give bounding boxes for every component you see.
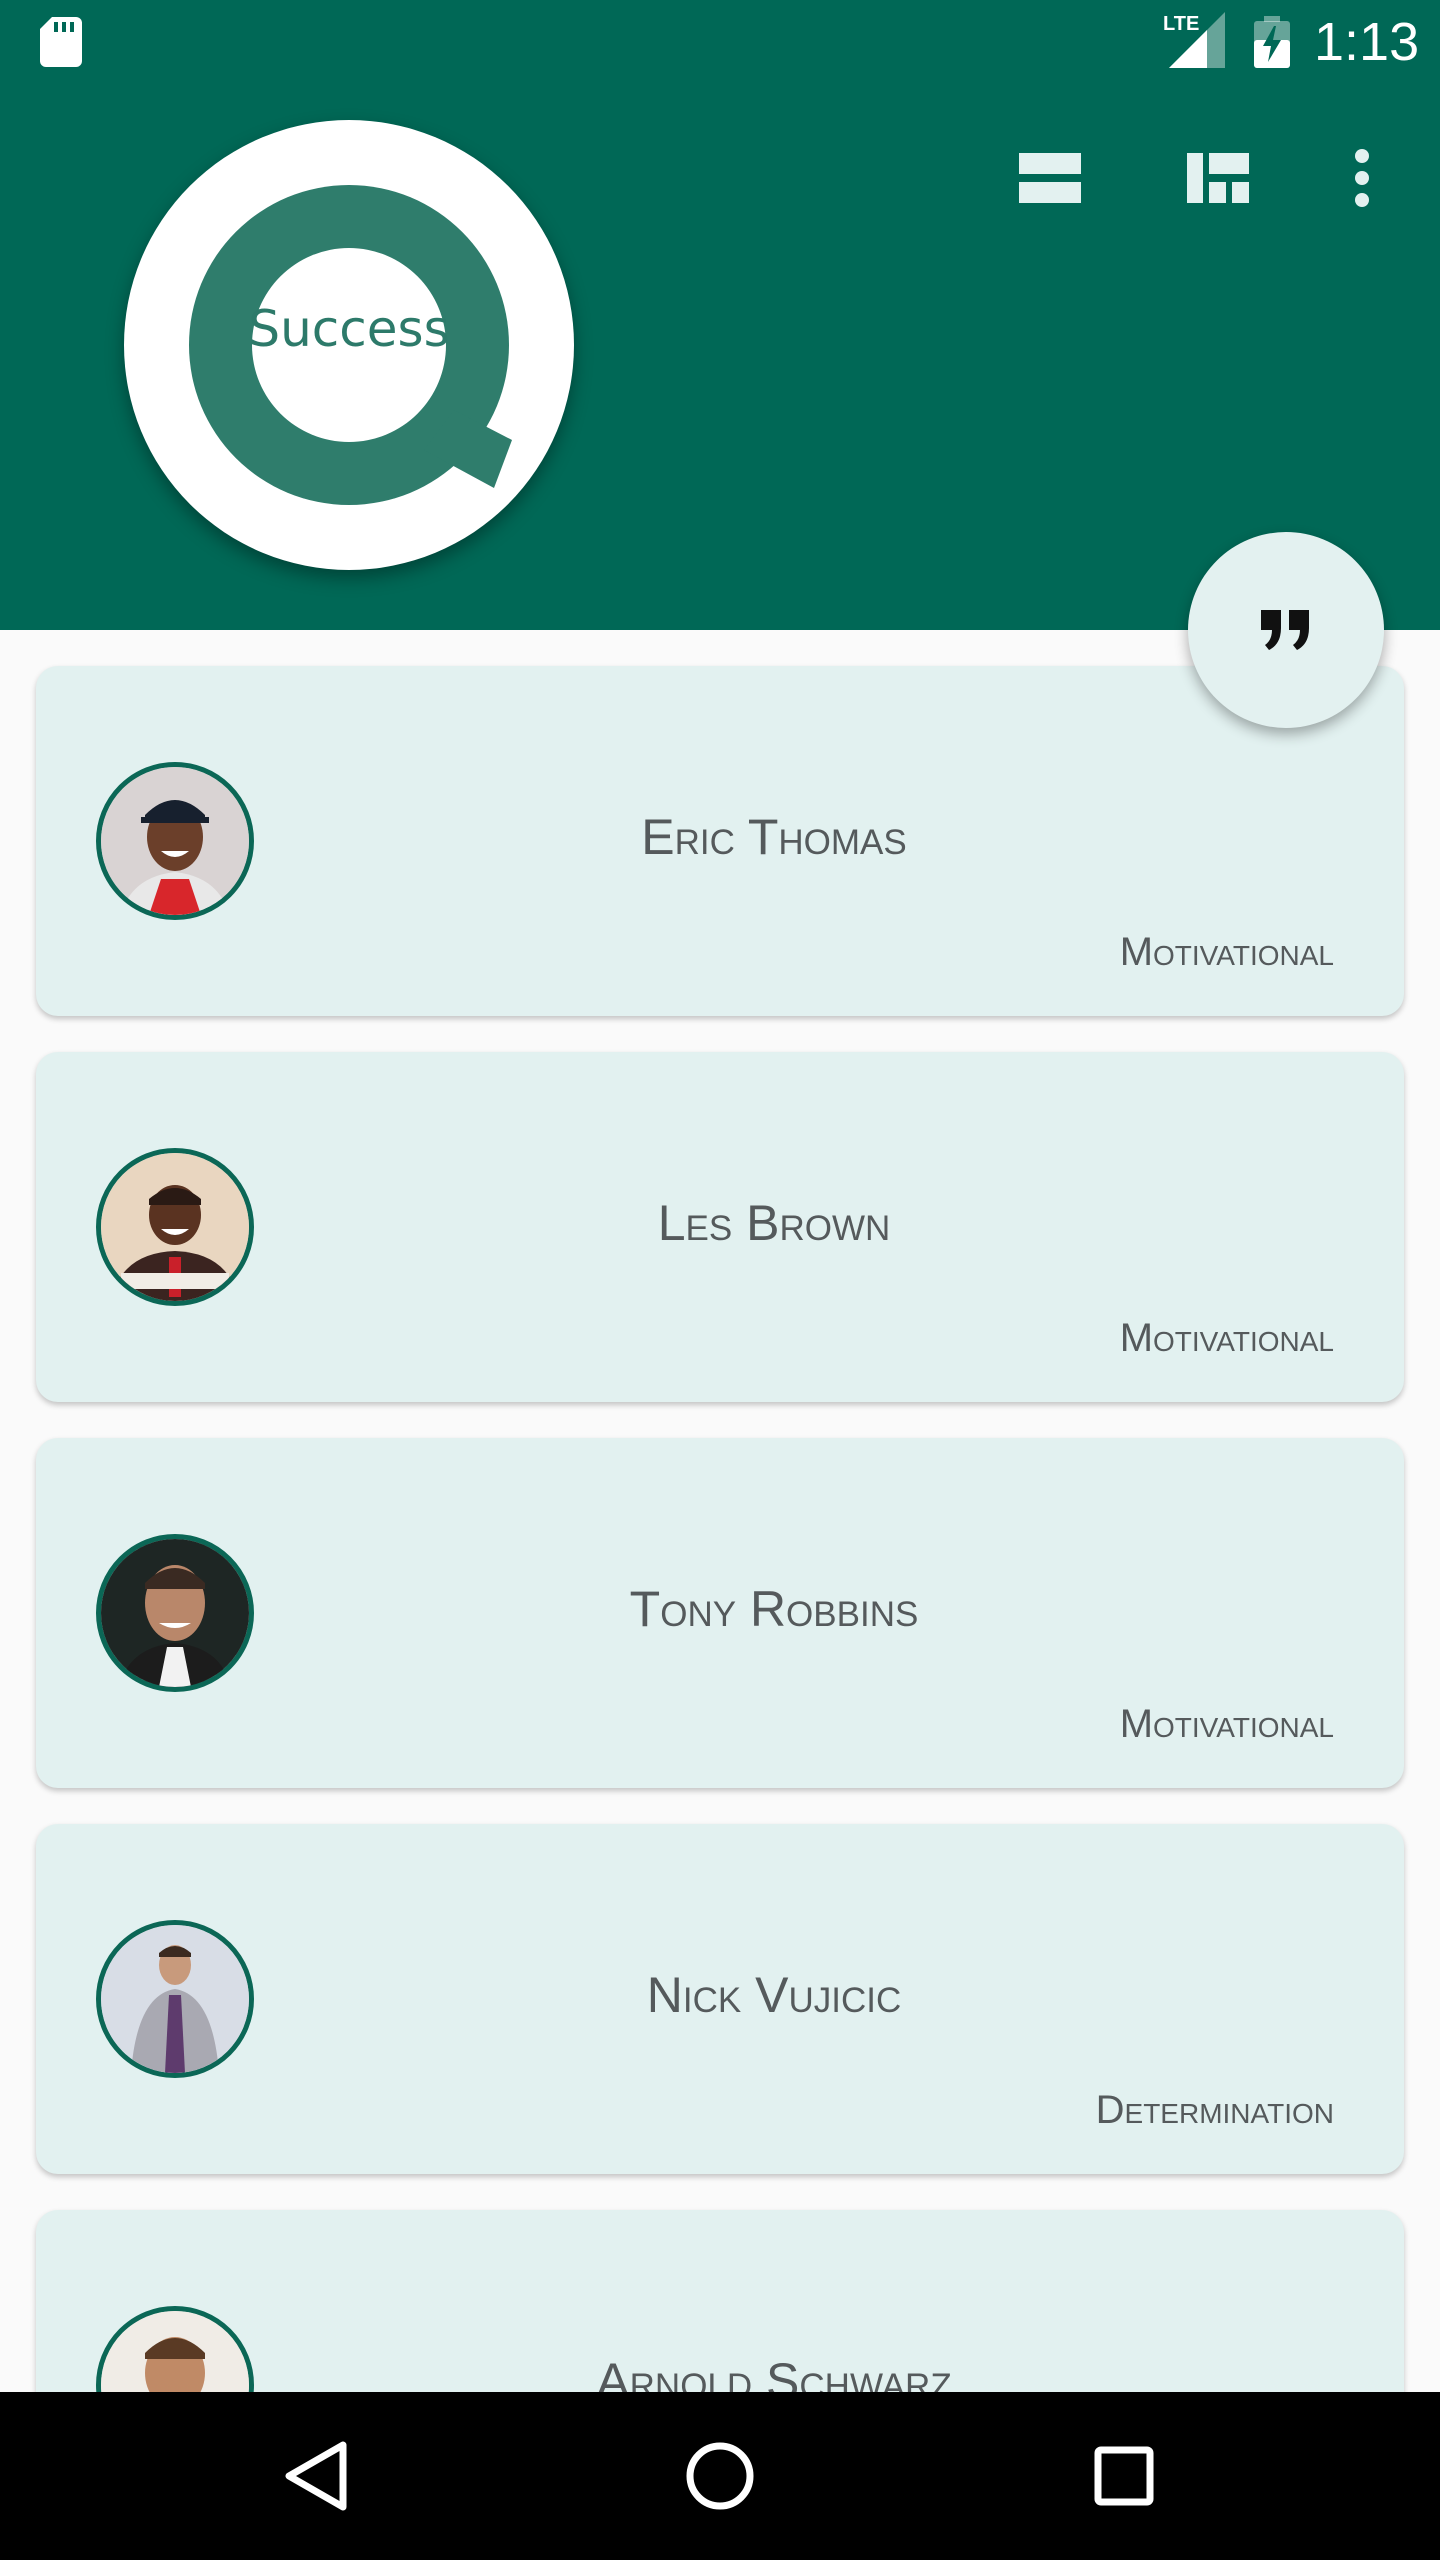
person-avatar: [96, 1148, 254, 1306]
grid-view-icon: [1187, 153, 1249, 203]
person-category: Motivational: [1119, 1316, 1334, 1360]
person-name: Les Brown: [657, 1195, 891, 1251]
person-card[interactable]: Eric Thomas Motivational: [36, 666, 1404, 1016]
person-card[interactable]: Tony Robbins Motivational: [36, 1438, 1404, 1788]
person-card[interactable]: Les Brown Motivational: [36, 1052, 1404, 1402]
back-icon: [285, 2441, 347, 2511]
more-vert-icon: [1355, 149, 1369, 207]
person-name: Tony Robbins: [629, 1581, 919, 1637]
person-card[interactable]: Arnold Schwarz: [36, 2210, 1404, 2392]
app-header: Success: [0, 84, 1440, 630]
recents-icon: [1094, 2446, 1154, 2506]
person-name: Arnold Schwarz: [596, 2353, 952, 2392]
person-avatar: [96, 1920, 254, 2078]
home-icon: [686, 2442, 754, 2510]
person-avatar: [96, 1534, 254, 1692]
person-category: Motivational: [1119, 1702, 1334, 1746]
logo-text: Success: [248, 300, 450, 358]
quotes-fab[interactable]: [1188, 532, 1384, 728]
recents-button[interactable]: [1064, 2416, 1184, 2536]
people-list[interactable]: Eric Thomas Motivational Les Brown Motiv…: [0, 630, 1440, 2392]
sd-card-icon: [40, 17, 82, 67]
person-name: Eric Thomas: [641, 809, 907, 865]
app-logo: Success: [124, 120, 574, 570]
navigation-bar: [0, 2392, 1440, 2560]
signal-icon: LTE: [1163, 12, 1225, 74]
person-category: Motivational: [1119, 930, 1334, 974]
person-name: Nick Vujicic: [646, 1967, 902, 2023]
list-view-icon: [1019, 153, 1081, 203]
more-options-button[interactable]: [1314, 130, 1410, 226]
battery-charging-icon: [1254, 16, 1290, 68]
format-quote-icon: [1261, 610, 1309, 650]
person-avatar: [96, 762, 254, 920]
network-type-label: LTE: [1163, 13, 1199, 35]
person-card[interactable]: Nick Vujicic Determination: [36, 1824, 1404, 2174]
status-bar: LTE 1:13: [0, 0, 1440, 84]
clock: 1:13: [1314, 12, 1420, 72]
person-category: Determination: [1095, 2088, 1334, 2132]
list-view-button[interactable]: [1002, 130, 1098, 226]
home-button[interactable]: [660, 2416, 780, 2536]
grid-view-button[interactable]: [1170, 130, 1266, 226]
person-avatar: [96, 2306, 254, 2392]
back-button[interactable]: [256, 2416, 376, 2536]
